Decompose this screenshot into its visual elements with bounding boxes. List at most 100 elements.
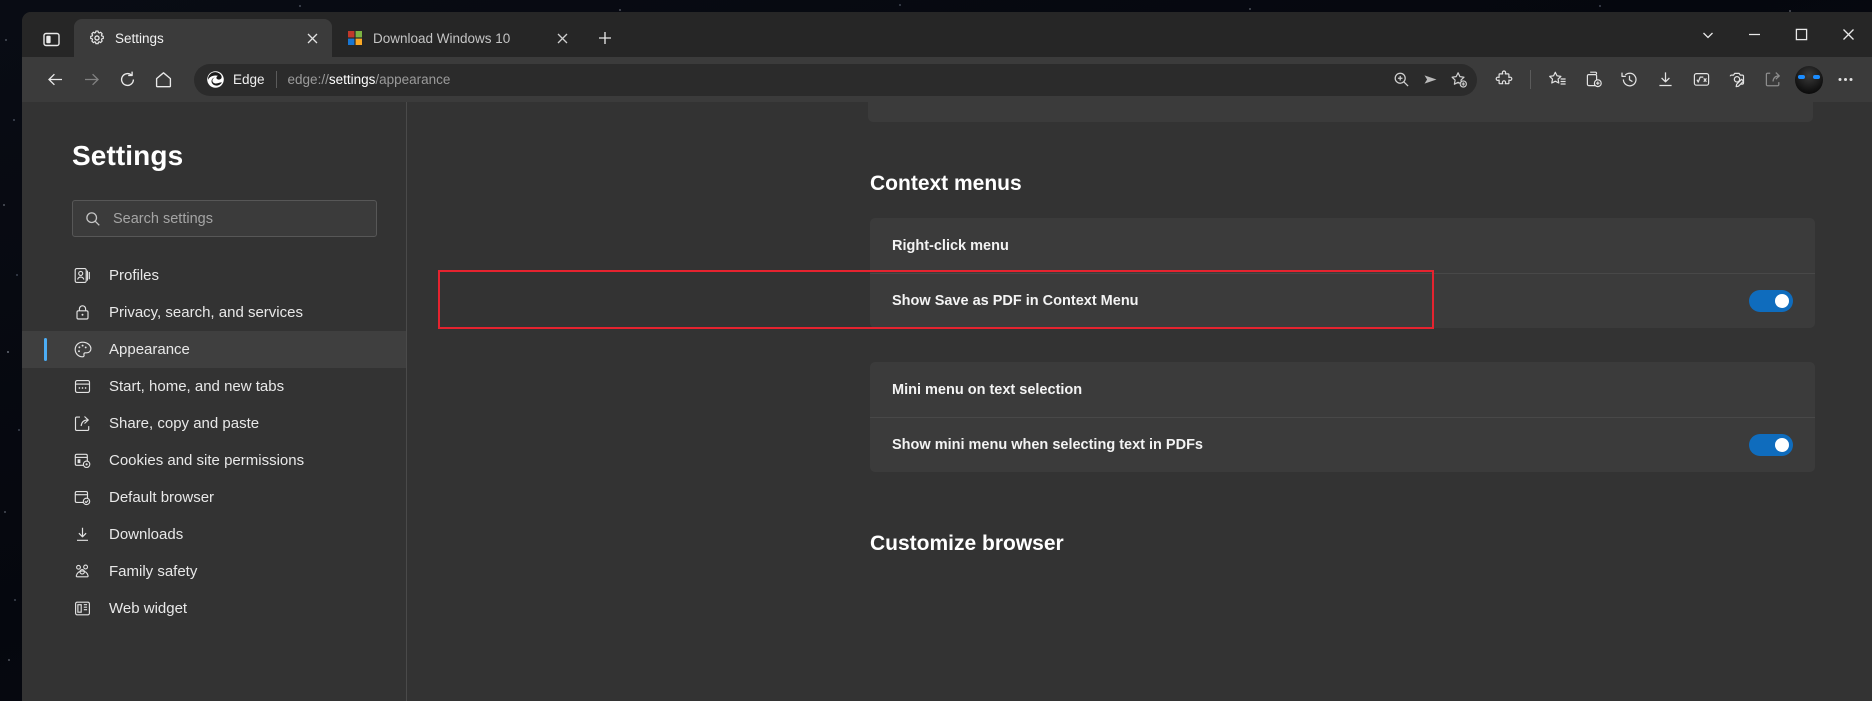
row-label: Show mini menu when selecting text in PD… (892, 437, 1203, 453)
toggle-knob (1775, 294, 1789, 308)
card-header-row: Mini menu on text selection (870, 362, 1815, 417)
settings-content: Context menus Right-click menu Show Save… (407, 102, 1872, 701)
toolbar-divider (1530, 70, 1531, 89)
settings-sidebar: Settings Search settings (22, 102, 407, 701)
edge-logo-icon (206, 70, 225, 89)
sidebar-item-appearance[interactable]: Appearance (22, 331, 406, 368)
tab-download-windows-10[interactable]: Download Windows 10 (332, 19, 582, 57)
sidebar-item-label: Share, copy and paste (109, 415, 259, 432)
search-placeholder: Search settings (113, 211, 213, 227)
search-input[interactable]: Search settings (72, 200, 377, 237)
maximize-icon[interactable] (1778, 12, 1825, 57)
web-capture-icon[interactable] (1720, 63, 1754, 97)
sidebar-item-label: Profiles (109, 267, 159, 284)
row-show-mini-menu-pdfs[interactable]: Show mini menu when selecting text in PD… (870, 417, 1815, 472)
previous-card-partial (868, 102, 1813, 122)
home-icon[interactable] (146, 63, 180, 97)
search-icon (85, 211, 101, 227)
tab-close-icon[interactable] (300, 26, 324, 50)
forward-arrow-icon[interactable] (74, 63, 108, 97)
sidebar-item-label: Downloads (109, 526, 183, 543)
share-icon[interactable] (1756, 63, 1790, 97)
row-show-save-as-pdf[interactable]: Show Save as PDF in Context Menu (870, 273, 1815, 328)
sidebar-item-label: Family safety (109, 563, 197, 580)
toggle-show-save-as-pdf[interactable] (1749, 290, 1793, 312)
browser-toolbar: Edge edge://settings/appearance (22, 57, 1872, 102)
section-heading-customize-browser: Customize browser (870, 532, 1872, 556)
sidebar-item-profiles[interactable]: Profiles (22, 257, 406, 294)
refresh-icon[interactable] (110, 63, 144, 97)
tab-strip: Settings Download Windows 10 (22, 12, 1872, 57)
sidebar-item-start-home-newtabs[interactable]: Start, home, and new tabs (22, 368, 406, 405)
omnibox-divider (276, 71, 277, 88)
url-highlight: settings (329, 72, 376, 87)
avatar-detail (1813, 75, 1820, 79)
sidebar-item-share-copy-paste[interactable]: Share, copy and paste (22, 405, 406, 442)
row-label: Right-click menu (892, 238, 1009, 254)
tab-close-icon[interactable] (550, 26, 574, 50)
url-prefix: edge:// (288, 72, 329, 87)
row-label: Mini menu on text selection (892, 382, 1082, 398)
favorites-icon[interactable] (1540, 63, 1574, 97)
card-mini-menu: Mini menu on text selection Show mini me… (870, 362, 1815, 472)
sidebar-item-label: Default browser (109, 489, 214, 506)
send-page-icon[interactable] (1416, 66, 1444, 94)
profile-icon (72, 265, 93, 286)
close-icon[interactable] (1825, 12, 1872, 57)
sidebar-item-default-browser[interactable]: Default browser (22, 479, 406, 516)
new-tab-button[interactable] (588, 21, 622, 55)
url-suffix: /appearance (375, 72, 450, 87)
zoom-icon[interactable] (1387, 66, 1415, 94)
browser-window: Settings Download Windows 10 (22, 12, 1872, 701)
settings-nav-list: Profiles Privacy, search, and services (22, 257, 406, 627)
toggle-knob (1775, 438, 1789, 452)
avatar[interactable] (1795, 66, 1823, 94)
edge-brand-label: Edge (233, 72, 265, 87)
address-bar[interactable]: Edge edge://settings/appearance (194, 64, 1477, 96)
downloads-icon[interactable] (1648, 63, 1682, 97)
share-box-icon (72, 413, 93, 434)
tab-title: Download Windows 10 (373, 31, 540, 46)
tab-settings[interactable]: Settings (74, 19, 332, 57)
settings-page: Settings Search settings (22, 102, 1872, 701)
sidebar-item-label: Web widget (109, 600, 187, 617)
url-text[interactable]: edge://settings/appearance (288, 72, 1387, 87)
page-title: Settings (22, 140, 406, 172)
sidebar-item-cookies-site-permissions[interactable]: Cookies and site permissions (22, 442, 406, 479)
sidebar-item-privacy[interactable]: Privacy, search, and services (22, 294, 406, 331)
download-icon (72, 524, 93, 545)
card-right-click-menu: Right-click menu Show Save as PDF in Con… (870, 218, 1815, 328)
tab-actions-chevron-down-icon[interactable] (1684, 12, 1731, 57)
window-controls (1684, 12, 1872, 57)
widget-icon (72, 598, 93, 619)
sidebar-item-label: Appearance (109, 341, 190, 358)
edge-brand-badge: Edge (206, 70, 265, 89)
settings-and-more-icon[interactable] (1828, 63, 1862, 97)
math-solver-icon[interactable] (1684, 63, 1718, 97)
row-label: Show Save as PDF in Context Menu (892, 293, 1139, 309)
gear-icon (88, 30, 105, 47)
sidebar-item-family-safety[interactable]: Family safety (22, 553, 406, 590)
toggle-show-mini-menu-pdfs[interactable] (1749, 434, 1793, 456)
browser-check-icon (72, 487, 93, 508)
card-header-row: Right-click menu (870, 218, 1815, 273)
add-favorite-icon[interactable] (1445, 66, 1473, 94)
sidebar-item-label: Cookies and site permissions (109, 452, 304, 469)
tab-title: Settings (115, 31, 290, 46)
back-arrow-icon[interactable] (38, 63, 72, 97)
collections-icon[interactable] (1576, 63, 1610, 97)
section-heading-context-menus: Context menus (870, 172, 1872, 196)
sidebar-item-downloads[interactable]: Downloads (22, 516, 406, 553)
cookie-gear-icon (72, 450, 93, 471)
extensions-icon[interactable] (1487, 63, 1521, 97)
lock-icon (72, 302, 93, 323)
sidebar-item-label: Start, home, and new tabs (109, 378, 284, 395)
tab-actions-icon[interactable] (32, 22, 70, 56)
sidebar-item-web-widget[interactable]: Web widget (22, 590, 406, 627)
avatar-detail (1798, 75, 1805, 79)
history-icon[interactable] (1612, 63, 1646, 97)
sidebar-item-label: Privacy, search, and services (109, 304, 303, 321)
windows-logo-icon (346, 30, 363, 47)
palette-icon (72, 339, 93, 360)
minimize-icon[interactable] (1731, 12, 1778, 57)
